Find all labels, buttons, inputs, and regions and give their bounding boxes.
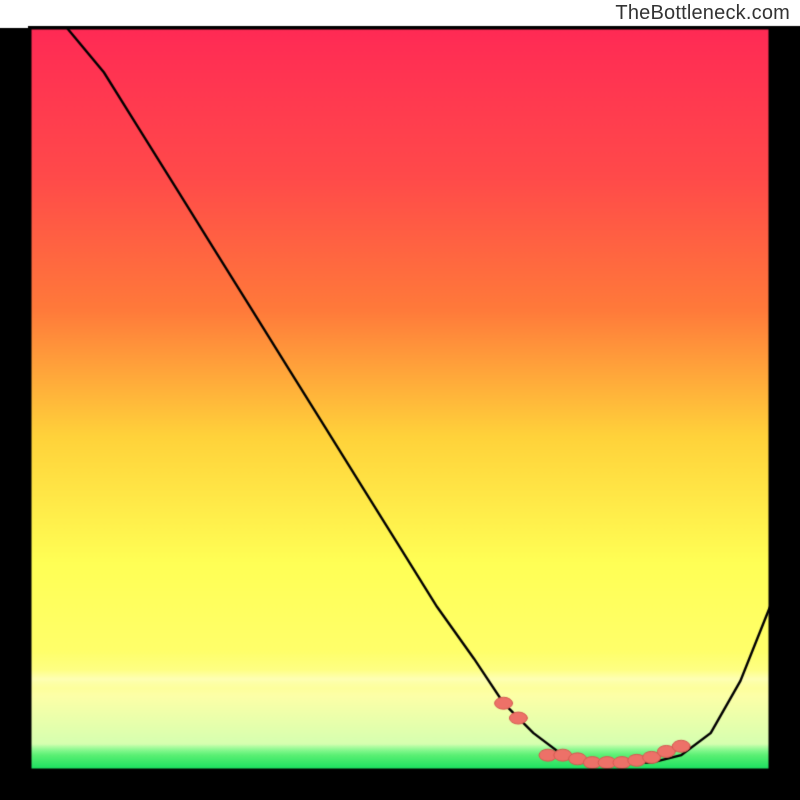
chart-canvas-wrap: TheBottleneck.com	[0, 0, 800, 800]
watermark-text: TheBottleneck.com	[615, 2, 790, 25]
bottleneck-chart	[0, 0, 800, 800]
